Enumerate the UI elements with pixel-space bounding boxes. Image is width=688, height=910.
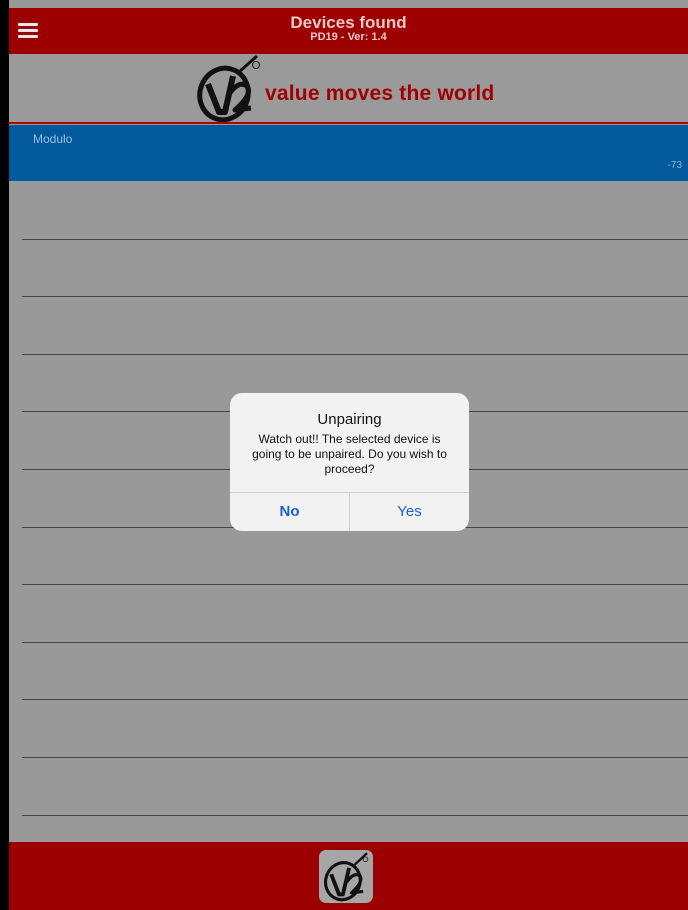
page-subtitle: PD19 - Ver: 1.4 xyxy=(310,31,387,43)
header-titles: Devices found PD19 - Ver: 1.4 xyxy=(9,14,688,44)
yes-button[interactable]: Yes xyxy=(350,493,469,531)
v2-logo-icon xyxy=(323,852,369,902)
list-divider xyxy=(22,642,688,643)
no-button[interactable]: No xyxy=(230,493,349,531)
app-screen: Devices found PD19 - Ver: 1.4 value move… xyxy=(9,0,688,910)
header-bar: Devices found PD19 - Ver: 1.4 xyxy=(9,8,688,54)
brand-banner: value moves the world xyxy=(9,54,688,122)
list-divider xyxy=(22,699,688,700)
list-divider xyxy=(22,584,688,585)
footer-logo-button[interactable] xyxy=(319,850,373,903)
unpair-alert-dialog: Unpairing Watch out!! The selected devic… xyxy=(230,393,469,531)
footer-bar xyxy=(9,842,688,910)
list-divider xyxy=(22,815,688,816)
list-divider xyxy=(22,354,688,355)
alert-message: Watch out!! The selected device is going… xyxy=(252,432,447,476)
brand-divider xyxy=(9,122,688,124)
v2-logo-icon xyxy=(197,54,260,122)
list-divider xyxy=(22,239,688,240)
page-title: Devices found xyxy=(290,13,407,32)
brand-tagline: value moves the world xyxy=(265,82,495,105)
list-divider xyxy=(22,296,688,297)
alert-title: Unpairing xyxy=(317,411,382,428)
device-signal-strength: -73 xyxy=(667,160,682,171)
device-name: Modulo xyxy=(33,132,73,146)
device-list-item-selected[interactable]: Modulo -73 xyxy=(9,125,688,181)
list-divider xyxy=(22,757,688,758)
